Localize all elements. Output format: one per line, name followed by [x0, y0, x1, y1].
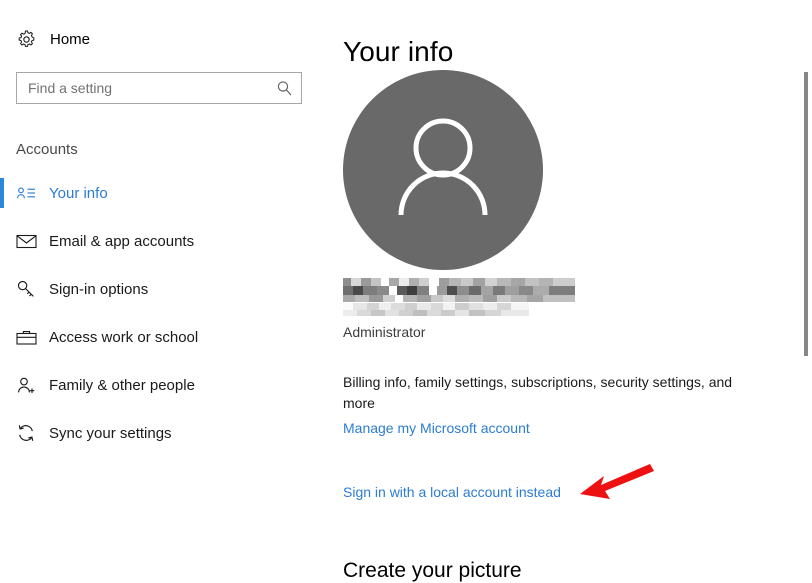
sidebar-item-label: Sign-in options: [49, 280, 149, 298]
sign-in-local-account-link[interactable]: Sign in with a local account instead: [343, 484, 561, 500]
sidebar-item-label: Your info: [49, 184, 108, 202]
sync-icon: [15, 422, 37, 444]
sidebar-item-your-info[interactable]: Your info: [0, 178, 330, 208]
accent-bar: [0, 370, 4, 400]
search-icon[interactable]: [276, 80, 293, 97]
sidebar-item-sync-your-settings[interactable]: Sync your settings: [0, 418, 330, 448]
sidebar-home-label: Home: [50, 30, 91, 48]
accent-bar: [0, 226, 4, 256]
account-email-redacted: [343, 303, 529, 316]
scrollbar-track[interactable]: [800, 0, 812, 572]
gear-icon: [16, 29, 36, 49]
search-input[interactable]: [28, 74, 268, 102]
main-content: Your info Administrator Billing info, fa…: [330, 0, 812, 582]
sidebar-item-home[interactable]: Home: [0, 22, 310, 56]
billing-description: Billing info, family settings, subscript…: [343, 374, 733, 411]
sidebar-item-access-work-or-school[interactable]: Access work or school: [0, 322, 330, 352]
sidebar-item-label: Sync your settings: [49, 424, 172, 442]
settings-sidebar: Home Accounts Your info: [0, 0, 330, 572]
accent-bar: [0, 274, 4, 304]
briefcase-icon: [15, 326, 37, 348]
avatar: [343, 70, 543, 270]
sidebar-item-label: Family & other people: [49, 376, 195, 394]
selected-accent-bar: [0, 178, 4, 208]
create-picture-section-title: Create your picture: [343, 559, 522, 583]
sidebar-item-label: Email & app accounts: [49, 232, 195, 250]
accent-bar: [0, 322, 4, 352]
person-add-icon: [15, 374, 37, 396]
accent-bar: [0, 418, 4, 448]
sidebar-nav-list: Your info Email & app accounts Sign-in o…: [0, 178, 330, 466]
sidebar-section-header: Accounts: [16, 141, 78, 158]
person-avatar-icon: [398, 118, 488, 216]
search-box[interactable]: [16, 72, 302, 104]
scrollbar-thumb[interactable]: [804, 72, 808, 356]
sidebar-item-sign-in-options[interactable]: Sign-in options: [0, 274, 330, 304]
key-icon: [15, 278, 37, 300]
account-role-label: Administrator: [343, 324, 426, 340]
contact-card-icon: [15, 182, 37, 204]
account-name-redacted: [343, 278, 575, 302]
sidebar-item-label: Access work or school: [49, 328, 199, 346]
sidebar-item-email-app-accounts[interactable]: Email & app accounts: [0, 226, 330, 256]
sidebar-item-family-other-people[interactable]: Family & other people: [0, 370, 330, 400]
envelope-icon: [15, 230, 37, 252]
page-title: Your info: [343, 35, 454, 67]
manage-microsoft-account-link[interactable]: Manage my Microsoft account: [343, 420, 530, 436]
